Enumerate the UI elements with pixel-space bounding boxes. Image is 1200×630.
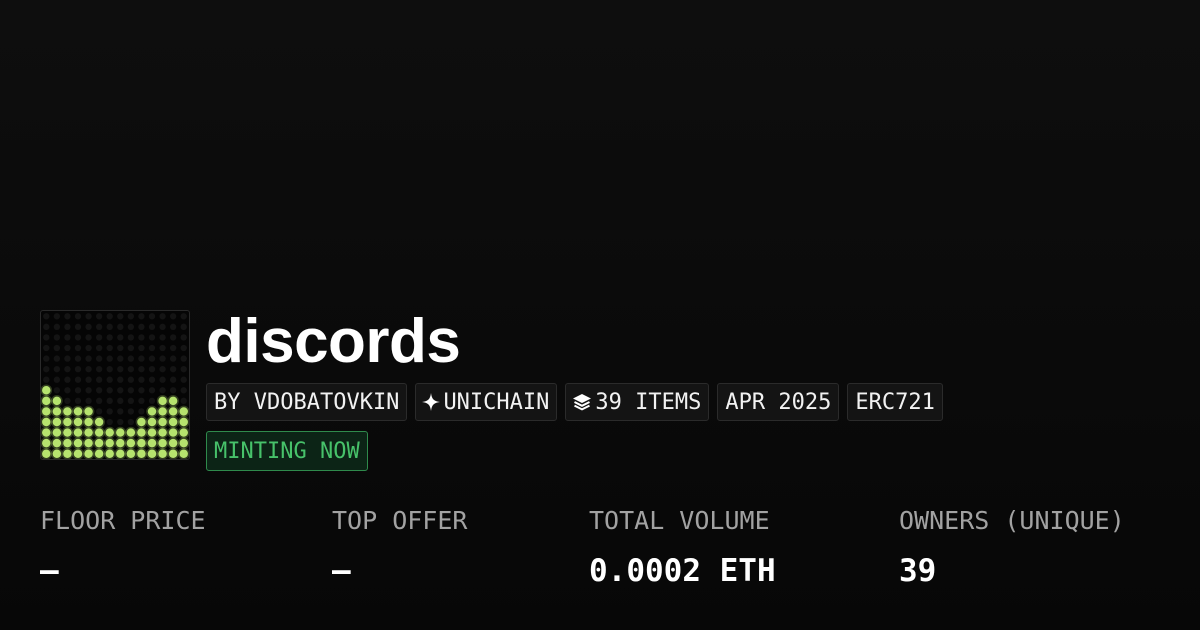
tag-items[interactable]: 39 ITEMS bbox=[565, 383, 710, 421]
minting-status-label: MINTING NOW bbox=[214, 438, 360, 464]
stat-owners-label: OWNERS (UNIQUE) bbox=[899, 506, 1125, 535]
tag-standard-label: ERC721 bbox=[855, 389, 935, 415]
stat-owners: OWNERS (UNIQUE) 39 bbox=[899, 503, 1125, 589]
stat-floor-price-label: FLOOR PRICE bbox=[40, 506, 206, 535]
stat-total-volume-label: TOTAL VOLUME bbox=[589, 506, 770, 535]
thumbnail-art bbox=[41, 313, 189, 459]
tag-chain-label: UNICHAIN bbox=[443, 389, 550, 415]
sparkle-icon bbox=[422, 393, 441, 411]
layers-icon bbox=[572, 393, 592, 411]
stat-floor-price-value: – bbox=[40, 553, 59, 589]
tag-items-label: 39 ITEMS bbox=[595, 389, 702, 415]
tag-creator[interactable]: BY VDOBATOVKIN bbox=[206, 383, 408, 421]
stat-total-volume-value: 0.0002 ETH bbox=[589, 553, 776, 589]
stat-floor-price: FLOOR PRICE – bbox=[40, 503, 206, 589]
collection-title: discords bbox=[206, 307, 461, 376]
stat-owners-value: 39 bbox=[899, 553, 937, 589]
stat-top-offer-value: – bbox=[332, 553, 351, 589]
tag-standard[interactable]: ERC721 bbox=[847, 383, 943, 421]
minting-status-badge[interactable]: MINTING NOW bbox=[206, 431, 368, 471]
tag-date-label: APR 2025 bbox=[725, 389, 832, 415]
stat-total-volume: TOTAL VOLUME 0.0002 ETH bbox=[589, 503, 776, 589]
stat-top-offer: TOP OFFER – bbox=[332, 503, 467, 589]
tag-creator-label: BY VDOBATOVKIN bbox=[214, 389, 400, 415]
collection-tags: BY VDOBATOVKIN UNICHAIN 39 ITEMS APR 202… bbox=[206, 383, 943, 421]
tag-date[interactable]: APR 2025 bbox=[717, 383, 840, 421]
collection-thumbnail bbox=[40, 310, 190, 460]
stat-top-offer-label: TOP OFFER bbox=[332, 506, 468, 535]
tag-chain[interactable]: UNICHAIN bbox=[415, 383, 558, 421]
